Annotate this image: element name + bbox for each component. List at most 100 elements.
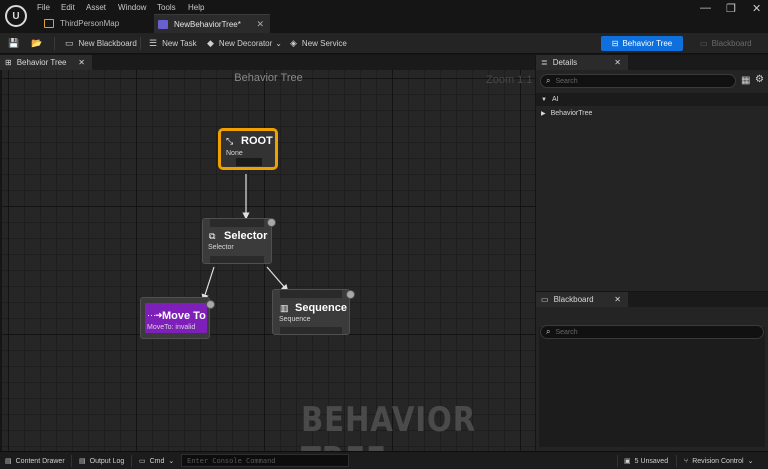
- graph-tab-icon: ⊞: [5, 58, 12, 67]
- status-divider: [131, 455, 132, 467]
- blackboard-search-input[interactable]: ⌕ Search: [540, 325, 764, 339]
- output-log-icon: ▤: [79, 458, 86, 465]
- moveto-title: Move To: [162, 310, 206, 322]
- blackboard-tab-label: Blackboard: [553, 295, 594, 304]
- behavior-tree-mode-icon: ⊟: [611, 39, 619, 48]
- new-decorator-button[interactable]: ◆ New Decorator ⌄: [207, 36, 282, 51]
- root-output-pin[interactable]: [236, 158, 262, 166]
- search-placeholder: Search: [555, 77, 578, 85]
- menu-help[interactable]: Help: [188, 3, 204, 12]
- content-drawer-label: Content Drawer: [15, 457, 65, 465]
- close-window-icon[interactable]: ✕: [752, 2, 761, 15]
- close-tab-icon[interactable]: ✕: [614, 295, 621, 304]
- moveto-node[interactable]: ⋯➜ Move To MoveTo: invalid: [140, 297, 215, 339]
- unsaved-button[interactable]: ▣ 5 Unsaved: [624, 455, 668, 467]
- menu-tools[interactable]: Tools: [157, 3, 176, 12]
- details-category-ai[interactable]: ▼ AI: [536, 93, 768, 106]
- search-placeholder: Search: [555, 328, 578, 336]
- new-service-button[interactable]: ◈ New Service: [290, 36, 347, 51]
- details-category-behaviortree[interactable]: ▶ BehaviorTree: [536, 107, 768, 120]
- category-label: BehaviorTree: [550, 110, 593, 117]
- revision-control-icon: ⑂: [684, 457, 689, 465]
- tab-details[interactable]: ≣ Details ✕: [536, 55, 628, 70]
- menu-edit[interactable]: Edit: [61, 3, 75, 12]
- selector-icon: ⧉: [209, 231, 216, 241]
- toolbar-divider: [54, 37, 55, 50]
- toolbar-divider: [140, 37, 141, 50]
- selector-node[interactable]: ⧉ Selector Selector: [202, 218, 276, 264]
- behavior-tree-graph[interactable]: Behavior Tree Zoom 1:1 BEHAVIOR TREE ⤡ R…: [2, 70, 535, 451]
- root-title: ROOT: [241, 135, 273, 147]
- browse-icon[interactable]: 📂: [31, 36, 47, 51]
- cmd-selector[interactable]: ▭ Cmd ⌄: [139, 455, 174, 467]
- sequence-index-badge: [346, 290, 355, 299]
- details-icon: ≣: [541, 58, 548, 67]
- moveto-icon: ⋯➜: [147, 310, 163, 320]
- tab-behavior-tree-graph[interactable]: ⊞ Behavior Tree ✕: [0, 55, 92, 70]
- blackboard-mode-button[interactable]: ▭ Blackboard: [700, 36, 760, 51]
- graph-tab-label: Behavior Tree: [16, 58, 67, 67]
- cmd-label: Cmd: [149, 457, 165, 465]
- root-subtitle: None: [226, 150, 243, 157]
- blackboard-mode-icon: ▭: [700, 39, 708, 48]
- status-bar: ▤ Content Drawer ▤ Output Log ▭ Cmd ⌄ En…: [0, 451, 768, 469]
- behavior-tree-mode-button[interactable]: ⊟ Behavior Tree: [601, 36, 683, 51]
- root-node[interactable]: ⤡ ROOT None: [218, 128, 278, 170]
- console-command-input[interactable]: Enter Console Command: [181, 454, 349, 467]
- chevron-down-icon: ⌄: [275, 39, 282, 48]
- sequence-input-pin[interactable]: [280, 290, 342, 298]
- chevron-down-icon: ▼: [541, 96, 547, 103]
- moveto-index-badge: [206, 300, 215, 309]
- category-label: AI: [551, 96, 559, 103]
- blackboard-list: [539, 327, 765, 447]
- output-log-button[interactable]: ▤ Output Log: [79, 455, 124, 467]
- menu-file[interactable]: File: [37, 3, 50, 12]
- tab-thirdpersonmap[interactable]: ThirdPersonMap: [36, 14, 154, 33]
- close-tab-icon[interactable]: ✕: [256, 19, 264, 30]
- blackboard-mode-label: Blackboard: [711, 39, 752, 48]
- chevron-right-icon: ▶: [541, 111, 546, 117]
- tab-label: ThirdPersonMap: [60, 19, 120, 28]
- selector-title: Selector: [224, 230, 268, 242]
- moveto-subtitle: MoveTo: invalid: [147, 324, 196, 331]
- blackboard-panel: ⌕ Search: [536, 307, 768, 451]
- console-icon: ▭: [139, 458, 146, 465]
- unsaved-icon: ▣: [624, 458, 631, 465]
- wire-selector-moveto: [201, 266, 215, 302]
- revision-control-label: Revision Control: [692, 457, 744, 465]
- search-icon: ⌕: [546, 76, 551, 85]
- tab-blackboard[interactable]: ▭ Blackboard ✕: [536, 292, 628, 307]
- sequence-node[interactable]: ▥ Sequence Sequence: [272, 289, 355, 335]
- content-drawer-button[interactable]: ▤ Content Drawer: [5, 455, 65, 467]
- sequence-title: Sequence: [295, 302, 347, 314]
- close-tab-icon[interactable]: ✕: [614, 58, 621, 67]
- selector-output-pin[interactable]: [210, 256, 264, 263]
- behavior-tree-mode-label: Behavior Tree: [622, 39, 673, 48]
- close-tab-icon[interactable]: ✕: [78, 58, 85, 67]
- selector-input-pin[interactable]: [210, 219, 264, 227]
- root-icon: ⤡: [226, 136, 234, 146]
- save-icon[interactable]: 💾: [8, 36, 24, 51]
- new-blackboard-label: New Blackboard: [78, 39, 137, 48]
- new-task-label: New Task: [162, 39, 197, 48]
- maximize-icon[interactable]: ❐: [726, 2, 736, 15]
- menu-window[interactable]: Window: [118, 3, 146, 12]
- search-icon: ⌕: [546, 327, 551, 336]
- minimize-icon[interactable]: —: [700, 2, 711, 14]
- behavior-tree-icon: [158, 19, 168, 29]
- chevron-down-icon: ⌄: [168, 458, 175, 465]
- menu-asset[interactable]: Asset: [86, 3, 106, 12]
- details-search-input[interactable]: ⌕ Search: [540, 74, 736, 88]
- unreal-logo-icon[interactable]: U: [5, 5, 27, 27]
- blackboard-panel-icon: ▭: [541, 295, 549, 304]
- settings-gear-icon[interactable]: ⚙: [755, 74, 764, 85]
- sequence-output-pin[interactable]: [280, 327, 342, 334]
- tab-newbehaviortree[interactable]: NewBehaviorTree* ✕: [154, 14, 270, 33]
- new-task-button[interactable]: ☰ New Task: [149, 36, 197, 51]
- sequence-icon: ▥: [280, 303, 289, 313]
- new-decorator-label: New Decorator: [218, 39, 273, 48]
- new-blackboard-button[interactable]: ▭ New Blackboard: [65, 36, 137, 51]
- console-placeholder: Enter Console Command: [187, 456, 276, 465]
- revision-control-button[interactable]: ⑂ Revision Control ⌄: [684, 455, 753, 467]
- table-view-icon[interactable]: ▦: [741, 75, 750, 86]
